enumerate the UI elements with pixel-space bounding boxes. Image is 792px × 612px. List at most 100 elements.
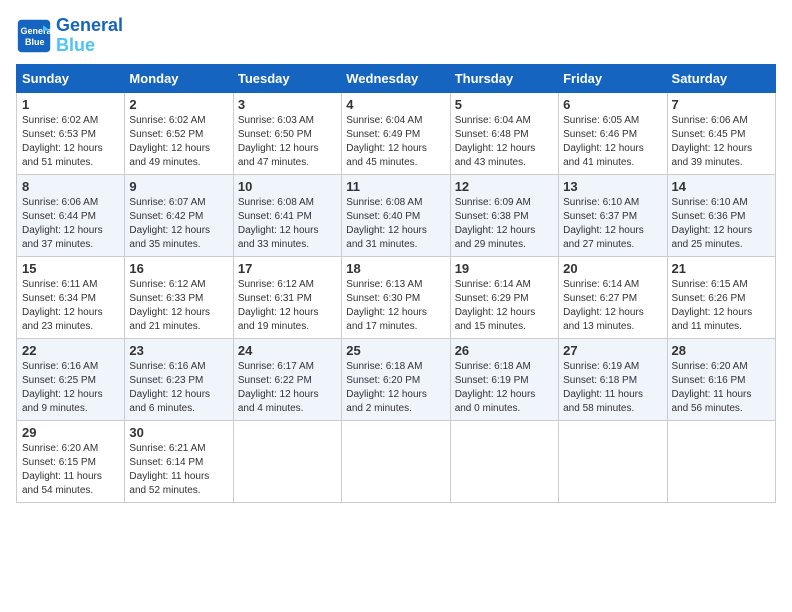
header-saturday: Saturday — [667, 64, 775, 92]
day-number: 25 — [346, 343, 445, 358]
calendar-cell: 17 Sunrise: 6:12 AM Sunset: 6:31 PM Dayli… — [233, 256, 341, 338]
day-info: Sunrise: 6:08 AM Sunset: 6:40 PM Dayligh… — [346, 196, 445, 252]
day-info: Sunrise: 6:18 AM Sunset: 6:19 PM Dayligh… — [455, 360, 554, 416]
header-monday: Monday — [125, 64, 233, 92]
calendar-cell — [233, 420, 341, 502]
calendar-cell — [450, 420, 558, 502]
calendar-cell: 11 Sunrise: 6:08 AM Sunset: 6:40 PM Dayli… — [342, 174, 450, 256]
calendar-cell: 28 Sunrise: 6:20 AM Sunset: 6:16 PM Dayli… — [667, 338, 775, 420]
calendar-cell: 16Sunrise: 6:12 AM Sunset: 6:33 PM Dayli… — [125, 256, 233, 338]
calendar-header-row: SundayMondayTuesdayWednesdayThursdayFrid… — [17, 64, 776, 92]
day-info: Sunrise: 6:02 AM Sunset: 6:52 PM Dayligh… — [129, 114, 228, 170]
day-number: 22 — [22, 343, 120, 358]
day-info: Sunrise: 6:06 AM Sunset: 6:45 PM Dayligh… — [672, 114, 771, 170]
calendar-cell: 8Sunrise: 6:06 AM Sunset: 6:44 PM Daylig… — [17, 174, 125, 256]
calendar-cell: 10Sunrise: 6:08 AM Sunset: 6:41 PM Dayli… — [233, 174, 341, 256]
day-number: 29 — [22, 425, 120, 440]
day-info: Sunrise: 6:20 AM Sunset: 6:16 PM Dayligh… — [672, 360, 771, 416]
calendar-week-1: 1 Sunrise: 6:02 AM Sunset: 6:53 PM Daylig… — [17, 92, 776, 174]
day-info: Sunrise: 6:05 AM Sunset: 6:46 PM Dayligh… — [563, 114, 662, 170]
day-info: Sunrise: 6:04 AM Sunset: 6:48 PM Dayligh… — [455, 114, 554, 170]
calendar-week-4: 22 Sunrise: 6:16 AM Sunset: 6:25 PM Dayli… — [17, 338, 776, 420]
day-number: 14 — [672, 179, 771, 194]
day-number: 17 — [238, 261, 337, 276]
day-number: 28 — [672, 343, 771, 358]
calendar-cell: 12Sunrise: 6:09 AM Sunset: 6:38 PM Dayli… — [450, 174, 558, 256]
day-number: 9 — [129, 179, 228, 194]
day-info: Sunrise: 6:15 AM Sunset: 6:26 PM Dayligh… — [672, 278, 771, 334]
day-number: 21 — [672, 261, 771, 276]
day-info: Sunrise: 6:17 AM Sunset: 6:22 PM Dayligh… — [238, 360, 337, 416]
day-number: 8 — [22, 179, 120, 194]
logo-text: General Blue — [56, 16, 123, 56]
calendar-cell: 21 Sunrise: 6:15 AM Sunset: 6:26 PM Dayli… — [667, 256, 775, 338]
svg-text:Blue: Blue — [25, 37, 45, 47]
day-number: 26 — [455, 343, 554, 358]
calendar-cell: 9 Sunrise: 6:07 AM Sunset: 6:42 PM Daylig… — [125, 174, 233, 256]
header-sunday: Sunday — [17, 64, 125, 92]
calendar-cell: 20 Sunrise: 6:14 AM Sunset: 6:27 PM Dayli… — [559, 256, 667, 338]
day-info: Sunrise: 6:21 AM Sunset: 6:14 PM Dayligh… — [129, 442, 228, 498]
day-info: Sunrise: 6:11 AM Sunset: 6:34 PM Dayligh… — [22, 278, 120, 334]
calendar-cell: 13 Sunrise: 6:10 AM Sunset: 6:37 PM Dayli… — [559, 174, 667, 256]
calendar-cell: 30 Sunrise: 6:21 AM Sunset: 6:14 PM Dayli… — [125, 420, 233, 502]
day-number: 20 — [563, 261, 662, 276]
day-info: Sunrise: 6:09 AM Sunset: 6:38 PM Dayligh… — [455, 196, 554, 252]
day-number: 15 — [22, 261, 120, 276]
day-number: 5 — [455, 97, 554, 112]
calendar-cell: 4 Sunrise: 6:04 AM Sunset: 6:49 PM Daylig… — [342, 92, 450, 174]
day-number: 11 — [346, 179, 445, 194]
day-info: Sunrise: 6:02 AM Sunset: 6:53 PM Dayligh… — [22, 114, 120, 170]
day-info: Sunrise: 6:03 AM Sunset: 6:50 PM Dayligh… — [238, 114, 337, 170]
calendar-body: 1 Sunrise: 6:02 AM Sunset: 6:53 PM Daylig… — [17, 92, 776, 502]
calendar-cell: 15 Sunrise: 6:11 AM Sunset: 6:34 PM Dayli… — [17, 256, 125, 338]
calendar-cell: 26 Sunrise: 6:18 AM Sunset: 6:19 PM Dayli… — [450, 338, 558, 420]
calendar-cell: 24 Sunrise: 6:17 AM Sunset: 6:22 PM Dayli… — [233, 338, 341, 420]
header-wednesday: Wednesday — [342, 64, 450, 92]
day-number: 2 — [129, 97, 228, 112]
day-info: Sunrise: 6:19 AM Sunset: 6:18 PM Dayligh… — [563, 360, 662, 416]
calendar-cell: 6 Sunrise: 6:05 AM Sunset: 6:46 PM Daylig… — [559, 92, 667, 174]
day-info: Sunrise: 6:12 AM Sunset: 6:31 PM Dayligh… — [238, 278, 337, 334]
day-info: Sunrise: 6:08 AM Sunset: 6:41 PM Dayligh… — [238, 196, 337, 252]
day-number: 24 — [238, 343, 337, 358]
calendar-cell — [559, 420, 667, 502]
logo: General Blue General Blue — [16, 16, 123, 56]
day-info: Sunrise: 6:10 AM Sunset: 6:37 PM Dayligh… — [563, 196, 662, 252]
calendar-cell: 14 Sunrise: 6:10 AM Sunset: 6:36 PM Dayli… — [667, 174, 775, 256]
calendar-cell: 27Sunrise: 6:19 AM Sunset: 6:18 PM Dayli… — [559, 338, 667, 420]
day-number: 3 — [238, 97, 337, 112]
page-header: General Blue General Blue — [16, 16, 776, 56]
day-info: Sunrise: 6:14 AM Sunset: 6:27 PM Dayligh… — [563, 278, 662, 334]
day-number: 1 — [22, 97, 120, 112]
day-info: Sunrise: 6:07 AM Sunset: 6:42 PM Dayligh… — [129, 196, 228, 252]
day-info: Sunrise: 6:20 AM Sunset: 6:15 PM Dayligh… — [22, 442, 120, 498]
calendar-cell — [667, 420, 775, 502]
day-info: Sunrise: 6:14 AM Sunset: 6:29 PM Dayligh… — [455, 278, 554, 334]
day-number: 7 — [672, 97, 771, 112]
header-thursday: Thursday — [450, 64, 558, 92]
day-info: Sunrise: 6:10 AM Sunset: 6:36 PM Dayligh… — [672, 196, 771, 252]
calendar-cell: 1 Sunrise: 6:02 AM Sunset: 6:53 PM Daylig… — [17, 92, 125, 174]
calendar-cell: 18Sunrise: 6:13 AM Sunset: 6:30 PM Dayli… — [342, 256, 450, 338]
calendar-cell: 25Sunrise: 6:18 AM Sunset: 6:20 PM Dayli… — [342, 338, 450, 420]
calendar-cell: 22 Sunrise: 6:16 AM Sunset: 6:25 PM Dayli… — [17, 338, 125, 420]
day-number: 19 — [455, 261, 554, 276]
day-number: 18 — [346, 261, 445, 276]
day-number: 30 — [129, 425, 228, 440]
svg-text:General: General — [21, 26, 53, 36]
day-number: 4 — [346, 97, 445, 112]
day-number: 13 — [563, 179, 662, 194]
day-info: Sunrise: 6:04 AM Sunset: 6:49 PM Dayligh… — [346, 114, 445, 170]
calendar-week-3: 15 Sunrise: 6:11 AM Sunset: 6:34 PM Dayli… — [17, 256, 776, 338]
calendar-cell: 2 Sunrise: 6:02 AM Sunset: 6:52 PM Daylig… — [125, 92, 233, 174]
calendar-cell: 23Sunrise: 6:16 AM Sunset: 6:23 PM Dayli… — [125, 338, 233, 420]
calendar-week-5: 29 Sunrise: 6:20 AM Sunset: 6:15 PM Dayli… — [17, 420, 776, 502]
day-number: 23 — [129, 343, 228, 358]
calendar-cell: 3 Sunrise: 6:03 AM Sunset: 6:50 PM Daylig… — [233, 92, 341, 174]
day-info: Sunrise: 6:16 AM Sunset: 6:25 PM Dayligh… — [22, 360, 120, 416]
day-number: 16 — [129, 261, 228, 276]
day-number: 6 — [563, 97, 662, 112]
calendar-table: SundayMondayTuesdayWednesdayThursdayFrid… — [16, 64, 776, 503]
header-tuesday: Tuesday — [233, 64, 341, 92]
